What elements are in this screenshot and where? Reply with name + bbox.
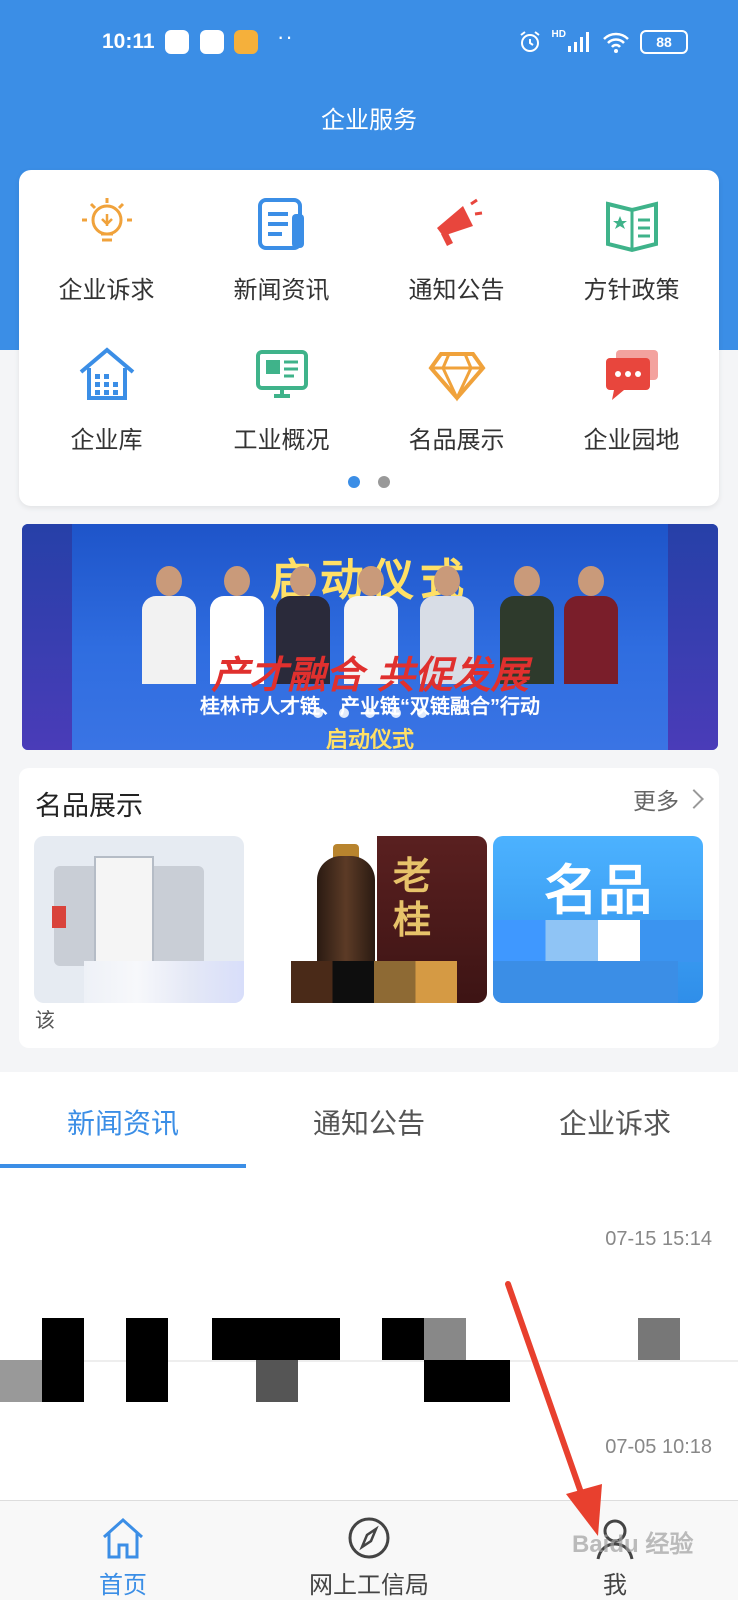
promo-label: 名品 (544, 861, 652, 921)
product-image (52, 906, 66, 928)
section-title: 名品展示 (35, 791, 143, 821)
banner-pager[interactable] (22, 708, 718, 718)
monitor-icon (255, 350, 308, 398)
home-icon (102, 1517, 144, 1559)
more-products-link[interactable]: 更多 (633, 782, 704, 816)
menu-item-featured-products[interactable]: 名品展示 (369, 340, 544, 490)
banner-subtitle-2: 启动仪式 (325, 727, 414, 750)
chat-bubbles-icon (605, 350, 658, 400)
menu-item-news[interactable]: 新闻资讯 (194, 190, 369, 340)
megaphone-icon (436, 198, 482, 246)
blurred-caption (84, 961, 244, 1003)
menu-item-enterprise-library[interactable]: 企业库 (19, 340, 194, 490)
nav-online-bureau[interactable]: 网上工信局 (246, 1515, 492, 1600)
redacted-block (382, 1318, 424, 1360)
nav-label: 我 (603, 1572, 627, 1599)
menu-label: 企业库 (70, 427, 143, 454)
banner-dot[interactable] (391, 708, 401, 718)
menu-item-notices[interactable]: 通知公告 (369, 190, 544, 340)
product-card-machinery[interactable] (34, 836, 244, 1003)
menu-label: 通知公告 (408, 277, 505, 304)
menu-label: 工业概况 (233, 427, 330, 454)
message-notification-icon (234, 30, 258, 54)
blurred-caption (493, 920, 703, 962)
promo-banner[interactable]: 启动仪式 产才融合 共促发展 桂林市人才链、产业链“双链融合”行动 启动仪式 (22, 524, 718, 750)
building-icon (79, 347, 134, 400)
status-bar: 10:11 ·· HD 88 (0, 24, 738, 66)
qq-notification-icon (165, 30, 189, 54)
menu-label: 名品展示 (408, 427, 505, 454)
diamond-icon (427, 352, 486, 402)
qq-notification-icon (200, 30, 224, 54)
lightbulb-icon (81, 198, 132, 242)
redacted-block (212, 1318, 340, 1360)
service-menu-grid: 企业诉求 新闻资讯 通知公告 方针政策 企业库 工业概况 名品展示 企业园地 (19, 190, 719, 490)
watermark: Baidu 经验 (572, 1531, 694, 1558)
blurred-caption (291, 961, 457, 1003)
redacted-block (256, 1360, 298, 1402)
banner-dot[interactable] (417, 708, 427, 718)
more-label: 更多 (633, 788, 679, 814)
chevron-right-icon (684, 789, 704, 809)
banner-dot[interactable] (339, 708, 349, 718)
more-notifications-indicator: ·· (277, 24, 294, 49)
pager-dot-active[interactable] (348, 476, 360, 488)
network-type-label: HD (551, 28, 566, 40)
pager-dot[interactable] (378, 476, 390, 488)
menu-label: 方针政策 (583, 277, 680, 304)
policy-book-icon (605, 201, 658, 253)
tab-news[interactable]: 新闻资讯 (0, 1102, 246, 1142)
redacted-block (0, 1360, 42, 1402)
menu-label: 企业诉求 (58, 277, 155, 304)
product-image (94, 856, 154, 966)
menu-item-industry-overview[interactable]: 工业概况 (194, 340, 369, 490)
page-title: 企业服务 (321, 107, 417, 134)
status-icons: HD 88 (518, 28, 688, 54)
blurred-caption (493, 961, 678, 1003)
menu-pager[interactable] (19, 476, 719, 488)
menu-item-enterprise-requests[interactable]: 企业诉求 (19, 190, 194, 340)
tab-requests[interactable]: 企业诉求 (492, 1102, 738, 1142)
product-card-liquor[interactable]: 老桂 (277, 836, 487, 1003)
service-menu-card: 企业诉求 新闻资讯 通知公告 方针政策 企业库 工业概况 名品展示 企业园地 (19, 170, 719, 506)
nav-label: 网上工信局 (309, 1572, 429, 1599)
nav-home[interactable]: 首页 (0, 1515, 246, 1600)
news-list-item[interactable]: 07-05 10:18 (0, 1308, 738, 1498)
product-card-promo[interactable]: 名品 (493, 836, 703, 1003)
news-section: 新闻资讯 通知公告 企业诉求 07-15 15:14 07-05 10:18 (0, 1072, 738, 1500)
banner-dot[interactable] (313, 708, 323, 718)
redacted-block (638, 1318, 680, 1360)
news-tabs: 新闻资讯 通知公告 企业诉求 (0, 1072, 738, 1168)
menu-item-enterprise-garden[interactable]: 企业园地 (544, 340, 719, 490)
battery-indicator: 88 (640, 30, 688, 54)
news-date: 07-15 15:14 (605, 1228, 712, 1250)
menu-label: 企业园地 (583, 427, 680, 454)
status-time: 10:11 (102, 30, 155, 53)
news-document-icon (257, 198, 304, 250)
menu-label: 新闻资讯 (233, 277, 330, 304)
alarm-icon (519, 31, 540, 52)
featured-products-section: 名品展示 更多 老桂 名品 该 (19, 768, 719, 1048)
news-list-item[interactable]: 07-15 15:14 (0, 1168, 738, 1328)
nav-label: 首页 (99, 1572, 147, 1599)
product-box-text: 老桂 (393, 853, 432, 942)
redacted-block (424, 1318, 466, 1360)
menu-item-policies[interactable]: 方针政策 (544, 190, 719, 340)
news-date: 07-05 10:18 (605, 1436, 712, 1458)
redacted-block (42, 1318, 84, 1402)
product-caption: 该 (35, 1010, 55, 1032)
redacted-block (126, 1318, 168, 1402)
tab-notices[interactable]: 通知公告 (246, 1102, 492, 1142)
redacted-block (424, 1360, 510, 1402)
signal-icon (568, 32, 589, 52)
compass-icon (348, 1517, 390, 1559)
wifi-icon (603, 32, 629, 53)
banner-dot[interactable] (365, 708, 375, 718)
